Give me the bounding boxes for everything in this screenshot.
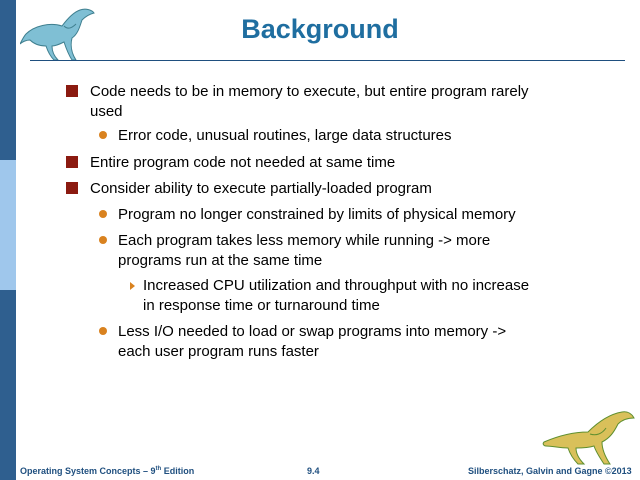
- dinosaur-logo-bottom: [542, 411, 635, 465]
- footer-authors: Silberschatz, Galvin and Gagne ©2013: [468, 466, 632, 476]
- bullet-item: Consider ability to execute partially-lo…: [66, 179, 432, 199]
- bullet-text-continued: in response time or turnaround time: [143, 297, 380, 314]
- slide-title: Background: [241, 14, 399, 44]
- bullet-text: Less I/O needed to load or swap programs…: [118, 323, 507, 340]
- sub-bullet-item: Less I/O needed to load or swap programs…: [99, 322, 507, 362]
- round-bullet-icon: [99, 131, 107, 139]
- square-bullet-icon: [66, 85, 78, 97]
- bullet-text: Increased CPU utilization and throughput…: [143, 277, 530, 294]
- title-divider: [30, 60, 625, 61]
- round-bullet-icon: [99, 210, 107, 218]
- sub-bullet-item: Each program takes less memory while run…: [99, 231, 491, 271]
- bullet-text-continued: used: [90, 103, 123, 120]
- triangle-bullet-icon: [130, 282, 135, 290]
- footer-page-number: 9.4: [307, 466, 320, 476]
- bullet-text: Error code, unusual routines, large data…: [118, 127, 452, 144]
- footer-edition-suffix: Edition: [161, 466, 195, 476]
- bullet-text: Program no longer constrained by limits …: [118, 206, 516, 223]
- sub-bullet-item: Program no longer constrained by limits …: [99, 205, 516, 225]
- bullet-text: Each program takes less memory while run…: [118, 232, 491, 249]
- bullet-text: Consider ability to execute partially-lo…: [90, 180, 432, 197]
- bullet-text-continued: programs run at the same time: [118, 252, 323, 269]
- footer-book-title: Operating System Concepts – 9: [20, 466, 156, 476]
- bullet-item: Code needs to be in memory to execute, b…: [66, 82, 529, 122]
- footer-left: Operating System Concepts – 9th Edition: [20, 466, 194, 476]
- bullet-item: Entire program code not needed at same t…: [66, 153, 396, 173]
- sub-bullet-item: Error code, unusual routines, large data…: [99, 126, 452, 146]
- sidebar-light-band: [0, 160, 16, 290]
- bullet-text: Code needs to be in memory to execute, b…: [90, 83, 529, 100]
- square-bullet-icon: [66, 182, 78, 194]
- round-bullet-icon: [99, 327, 107, 335]
- round-bullet-icon: [99, 236, 107, 244]
- bullet-text: Entire program code not needed at same t…: [90, 154, 396, 171]
- sub-sub-bullet-item: Increased CPU utilization and throughput…: [130, 276, 530, 316]
- bullet-text-continued: each user program runs faster: [118, 343, 319, 360]
- square-bullet-icon: [66, 156, 78, 168]
